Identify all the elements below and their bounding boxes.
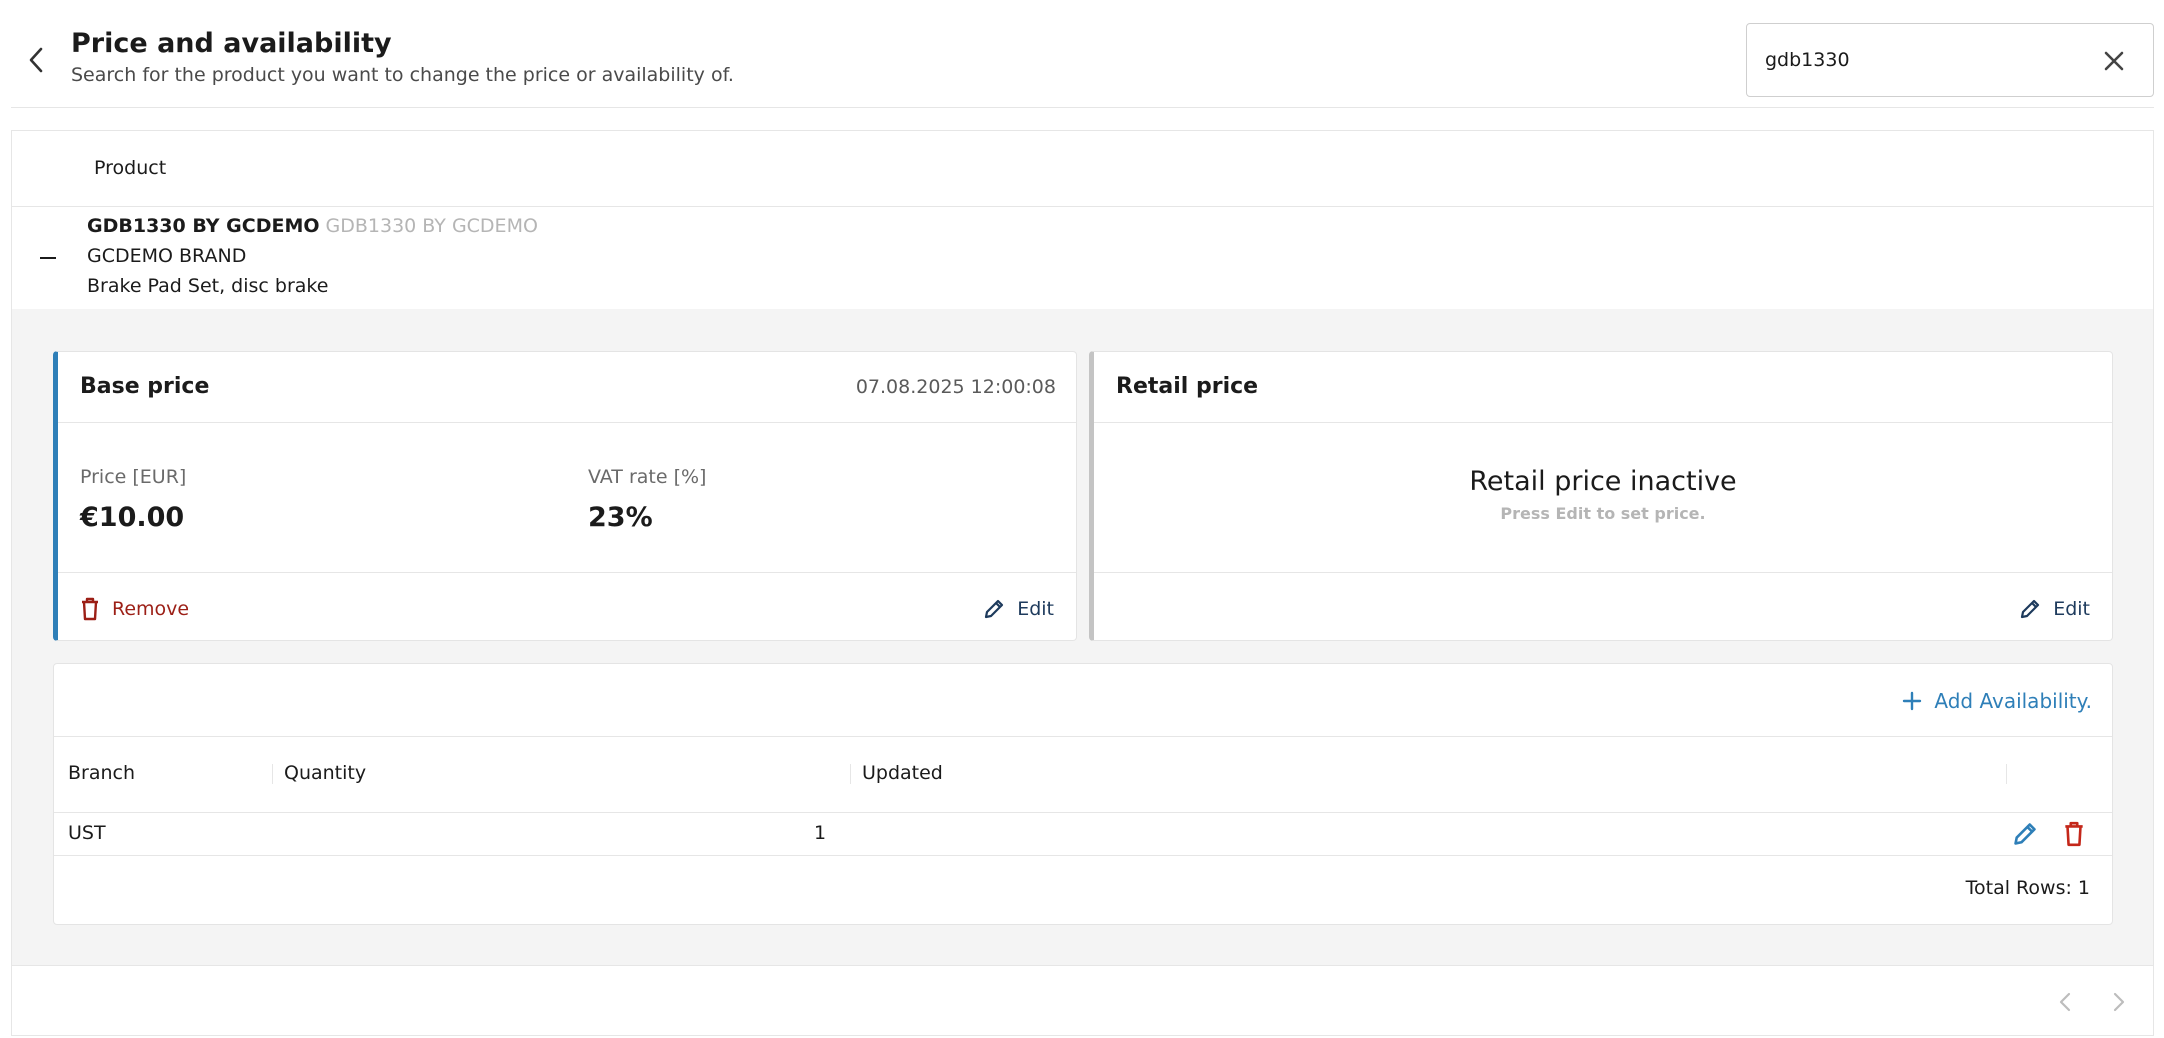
remove-label: Remove [112,598,190,620]
product-description: Brake Pad Set, disc brake [87,275,329,297]
price-label: Price [EUR] [80,466,187,488]
pencil-icon [2014,823,2036,845]
page-title: Price and availability [71,28,392,59]
product-table: Product GDB1330 BY GCDEMO GDB1330 BY GCDE… [11,130,2154,1036]
product-row[interactable]: GDB1330 BY GCDEMO GDB1330 BY GCDEMO GCDEM… [12,207,2153,309]
vat-label: VAT rate [%] [588,466,707,488]
column-header-branch[interactable]: Branch [68,762,135,784]
clear-search-button[interactable] [2101,48,2127,74]
pencil-icon [2021,599,2040,619]
close-icon [2104,51,2124,71]
back-button[interactable] [22,40,50,80]
column-separator [2006,764,2007,784]
previous-page-button[interactable] [2053,989,2079,1015]
column-separator [272,764,273,784]
card-divider [1094,572,2112,573]
cell-branch: UST [68,822,106,844]
chevron-right-icon [2113,992,2125,1012]
edit-label: Edit [2053,598,2090,620]
chevron-left-icon [2059,992,2071,1012]
retail-price-title: Retail price [1116,374,1259,399]
price-value: €10.00 [80,502,185,533]
table-row[interactable]: UST 1 [54,813,2112,855]
search-box [1746,23,2154,97]
base-price-title: Base price [80,374,210,399]
product-code: GDB1330 BY GCDEMO [87,215,320,237]
delete-row-button[interactable] [2062,821,2088,847]
product-code-secondary: GDB1330 BY GCDEMO [325,215,538,237]
next-page-button[interactable] [2105,989,2131,1015]
pager-divider [12,965,2153,966]
product-code-line: GDB1330 BY GCDEMO GDB1330 BY GCDEMO [87,215,538,237]
remove-base-price-button[interactable]: Remove [80,594,189,624]
trash-icon [82,597,98,621]
chevron-left-icon [29,47,43,73]
divider [54,855,2112,856]
base-price-card: Base price 07.08.2025 12:00:08 Price [EU… [53,351,1077,641]
retail-price-hint: Press Edit to set price. [1500,504,1706,523]
card-divider [58,572,1076,573]
edit-row-button[interactable] [2012,821,2038,847]
page-subtitle: Search for the product you want to chang… [71,64,734,86]
edit-retail-price-button[interactable]: Edit [2019,594,2090,624]
add-availability-button[interactable]: Add Availability. [1902,686,2092,716]
edit-base-price-button[interactable]: Edit [983,594,1054,624]
pencil-icon [985,599,1004,619]
vat-value: 23% [588,502,653,533]
edit-label: Edit [1017,598,1054,620]
plus-icon [1903,691,1922,711]
trash-icon [2065,821,2083,847]
page-header: Price and availability Search for the pr… [0,0,2164,108]
availability-panel: Add Availability. Branch Quantity Update… [53,663,2113,925]
base-price-date: 07.08.2025 12:00:08 [855,376,1056,398]
availability-table-header: Branch Quantity Updated [54,736,2112,812]
retail-price-status: Retail price inactive [1469,466,1737,497]
product-brand: GCDEMO BRAND [87,245,247,267]
header-divider [11,107,2154,108]
retail-price-card: Retail price Retail price inactive Press… [1089,351,2113,641]
column-separator [850,764,851,784]
total-rows: Total Rows: 1 [1965,877,2090,899]
card-divider [58,422,1076,423]
table-header: Product [12,131,2153,207]
product-details: Base price 07.08.2025 12:00:08 Price [EU… [12,309,2153,965]
add-availability-label: Add Availability. [1934,689,2092,713]
cell-quantity: 1 [814,822,827,844]
column-header-quantity[interactable]: Quantity [284,762,366,784]
collapse-row-button[interactable] [38,247,60,269]
search-input[interactable] [1765,24,2095,96]
card-divider [1094,422,2112,423]
column-header-updated[interactable]: Updated [862,762,943,784]
column-header-product: Product [94,157,167,179]
